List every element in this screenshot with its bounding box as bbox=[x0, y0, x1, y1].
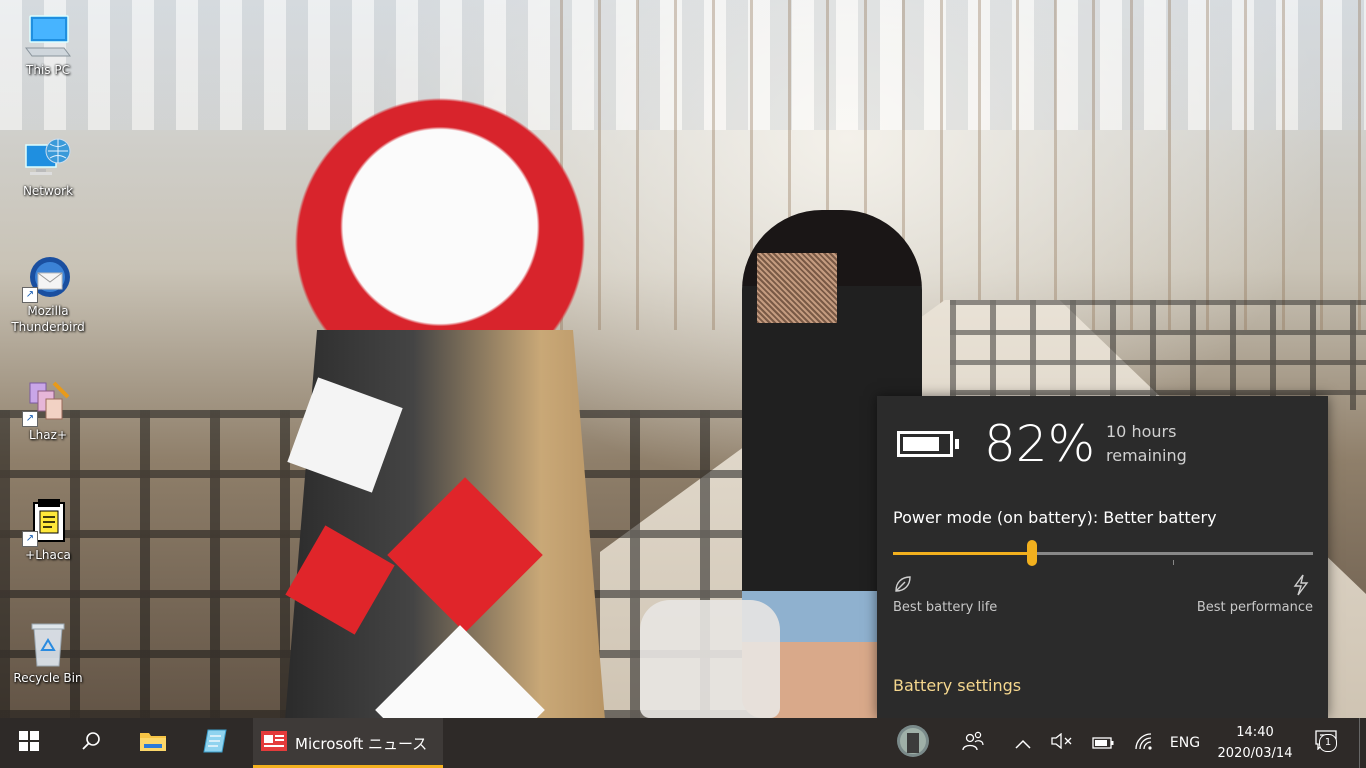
desktop-icon-label: This PC bbox=[26, 63, 70, 77]
desktop-icon-label: Recycle Bin bbox=[13, 671, 83, 685]
wallpaper-face-mosaic bbox=[757, 253, 837, 323]
desktop-icon-lhaca[interactable]: ↗ +Lhaca bbox=[8, 497, 88, 563]
desktop-icon-label: Lhaz+ bbox=[29, 428, 67, 442]
windows-logo-icon bbox=[19, 731, 39, 755]
action-center-button[interactable]: 1 bbox=[1308, 718, 1348, 768]
file-explorer-icon bbox=[139, 729, 167, 757]
volume-button[interactable] bbox=[1047, 718, 1077, 768]
show-desktop-button[interactable] bbox=[1359, 718, 1366, 768]
slider-tick bbox=[1173, 560, 1174, 565]
battery-percent: 82% bbox=[984, 415, 1096, 473]
desktop-icon-label: +Lhaca bbox=[25, 548, 71, 562]
network-icon bbox=[24, 133, 72, 181]
leaf-icon bbox=[893, 574, 913, 598]
lhaca-icon: ↗ bbox=[22, 497, 72, 547]
wifi-button[interactable] bbox=[1129, 718, 1159, 768]
start-button[interactable] bbox=[0, 718, 58, 768]
search-button[interactable] bbox=[64, 718, 118, 768]
battery-button[interactable] bbox=[1088, 718, 1118, 768]
battery-nub bbox=[955, 439, 959, 449]
battery-settings-link[interactable]: Battery settings bbox=[893, 676, 1021, 695]
chevron-up-icon bbox=[1015, 734, 1031, 753]
shortcut-arrow-icon: ↗ bbox=[22, 531, 38, 547]
slider-label-best-performance: Best performance bbox=[1196, 600, 1313, 615]
desktop-icon-label: Mozilla Thunderbird bbox=[11, 304, 85, 334]
power-mode-label: Power mode (on battery): Better battery bbox=[893, 508, 1217, 527]
battery-level-icon bbox=[897, 431, 959, 457]
wifi-icon bbox=[1134, 732, 1154, 754]
input-language-button[interactable]: ENG bbox=[1165, 718, 1205, 768]
computer-icon bbox=[24, 12, 72, 60]
clock-date: 2020/03/14 bbox=[1217, 746, 1293, 761]
notepad-icon bbox=[202, 728, 228, 758]
volume-muted-icon bbox=[1051, 732, 1073, 753]
power-mode-slider-fill bbox=[893, 552, 1032, 555]
wallpaper-decoration bbox=[220, 45, 660, 375]
notepad-button[interactable] bbox=[188, 718, 242, 768]
desktop-icon-this-pc[interactable]: This PC bbox=[8, 12, 88, 78]
notification-icon: 1 bbox=[1315, 730, 1341, 756]
recycle-bin-icon bbox=[24, 620, 72, 668]
search-icon bbox=[81, 731, 101, 755]
wallpaper-trees bbox=[560, 0, 1366, 330]
battery-flyout: 82% 10 hours remaining Power mode (on ba… bbox=[877, 396, 1328, 718]
input-language-label: ENG bbox=[1169, 735, 1201, 751]
battery-remaining-time: 10 hours remaining bbox=[1106, 422, 1187, 465]
avatar bbox=[897, 725, 929, 761]
slider-label-best-battery-life: Best battery life bbox=[893, 600, 998, 615]
shortcut-arrow-icon: ↗ bbox=[22, 411, 38, 427]
thunderbird-icon: ↗ bbox=[22, 253, 72, 303]
power-mode-slider[interactable] bbox=[893, 540, 1313, 566]
wallpaper-bag bbox=[640, 600, 780, 718]
desktop-icon-label: Network bbox=[22, 184, 74, 198]
user-avatar-button[interactable] bbox=[893, 718, 933, 768]
taskbar-app-label: Microsoft ニュース bbox=[295, 734, 428, 753]
clock[interactable]: 14:40 2020/03/14 bbox=[1207, 722, 1303, 764]
people-icon bbox=[962, 731, 984, 755]
desktop-icon-network[interactable]: Network bbox=[8, 133, 88, 199]
lhaz-icon: ↗ bbox=[22, 377, 72, 427]
clock-time: 14:40 bbox=[1236, 725, 1274, 740]
battery-level-fill bbox=[903, 437, 940, 451]
battery-icon bbox=[1092, 734, 1114, 753]
notification-count-badge: 1 bbox=[1319, 734, 1337, 752]
people-button[interactable] bbox=[955, 718, 991, 768]
taskbar: Microsoft ニュース ENG 14:40 2020/03/14 1 bbox=[0, 718, 1366, 768]
lightning-bolt-icon bbox=[1292, 574, 1310, 600]
shortcut-arrow-icon: ↗ bbox=[22, 287, 38, 303]
power-mode-slider-thumb[interactable] bbox=[1027, 540, 1037, 566]
desktop-icon-lhaz[interactable]: ↗ Lhaz+ bbox=[8, 377, 88, 443]
file-explorer-button[interactable] bbox=[126, 718, 180, 768]
show-hidden-icons-button[interactable] bbox=[1008, 718, 1038, 768]
taskbar-app-microsoft-news[interactable]: Microsoft ニュース bbox=[253, 718, 443, 768]
desktop-icon-mozilla-thunderbird[interactable]: ↗ Mozilla Thunderbird bbox=[8, 253, 88, 335]
wallpaper-fence-right bbox=[950, 300, 1366, 410]
desktop-icon-recycle-bin[interactable]: Recycle Bin bbox=[8, 620, 88, 686]
news-icon bbox=[261, 731, 287, 755]
